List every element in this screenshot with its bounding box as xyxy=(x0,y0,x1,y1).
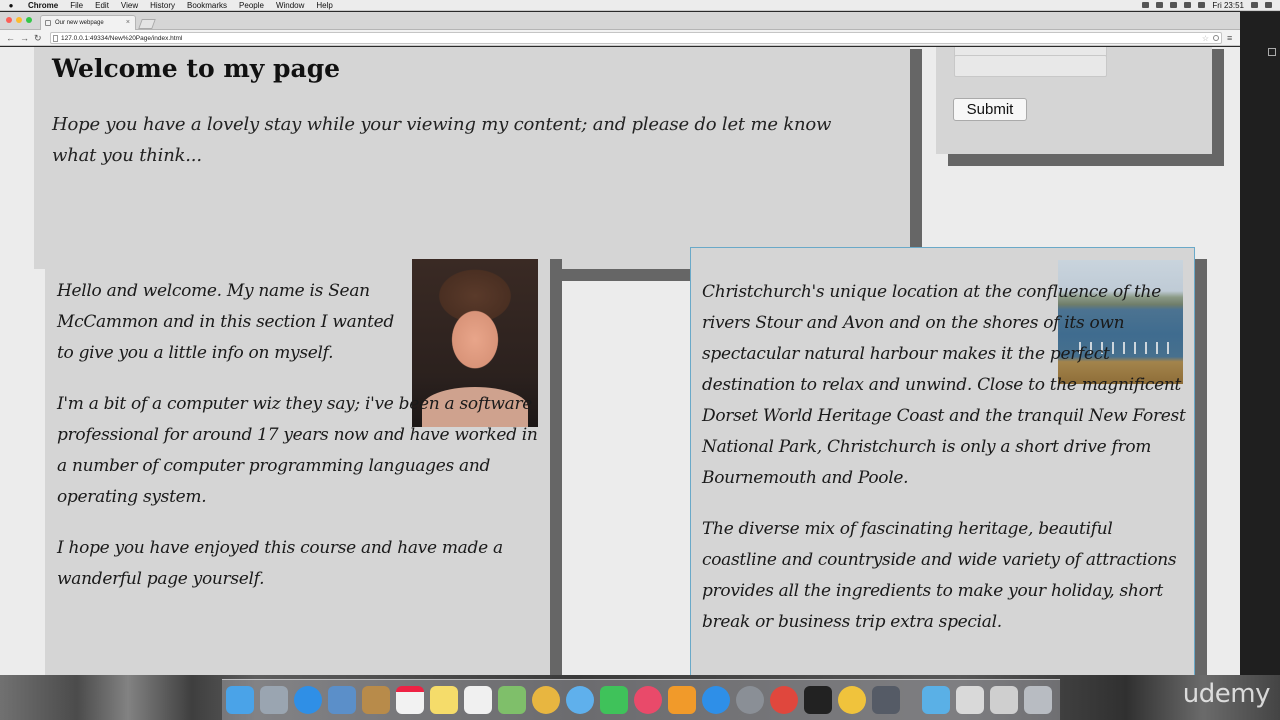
window-controls xyxy=(6,17,32,23)
page-title: Welcome to my page xyxy=(52,54,341,83)
page-icon xyxy=(53,35,58,42)
menu-help[interactable]: Help xyxy=(310,0,338,11)
contact-form: Submit xyxy=(936,47,1212,154)
ibooks-icon[interactable] xyxy=(668,686,696,714)
menu-window[interactable]: Window xyxy=(270,0,310,11)
launchpad-icon[interactable] xyxy=(260,686,288,714)
finder-icon[interactable] xyxy=(226,686,254,714)
notification-center-icon[interactable] xyxy=(1265,2,1272,8)
back-icon[interactable]: ← xyxy=(6,32,15,44)
chrome-canary-icon[interactable] xyxy=(838,686,866,714)
menu-view[interactable]: View xyxy=(115,0,144,11)
address-bar[interactable]: 127.0.0.1:49334/New%20Page/index.html ☆ xyxy=(50,32,1222,44)
tab-close-icon[interactable]: × xyxy=(126,16,130,30)
menu-app-name[interactable]: Chrome xyxy=(22,0,64,11)
about-paragraph-3: I hope you have enjoyed this course and … xyxy=(57,538,503,589)
contacts-icon[interactable] xyxy=(362,686,390,714)
downloads-folder-icon[interactable] xyxy=(922,686,950,714)
page-viewport[interactable]: Welcome to my page Hope you have a lovel… xyxy=(0,47,1240,675)
submit-button[interactable]: Submit xyxy=(953,98,1027,121)
calendar-icon[interactable] xyxy=(396,686,424,714)
maps-icon[interactable] xyxy=(498,686,526,714)
forward-icon[interactable]: → xyxy=(20,32,29,44)
minimize-window-icon[interactable] xyxy=(16,17,22,23)
udemy-watermark: udemy xyxy=(1182,679,1271,709)
status-icon[interactable] xyxy=(1170,2,1178,8)
browser-tab-bar: Our new webpage × xyxy=(0,12,1240,30)
menu-history[interactable]: History xyxy=(144,0,181,11)
chrome-icon[interactable] xyxy=(770,686,798,714)
facetime-icon[interactable] xyxy=(600,686,628,714)
reminders-icon[interactable] xyxy=(464,686,492,714)
about-text: Hello and welcome. My name is Sean McCam… xyxy=(57,276,542,595)
menu-file[interactable]: File xyxy=(64,0,89,11)
bookmark-star-icon[interactable]: ☆ xyxy=(1202,33,1209,44)
zoom-window-icon[interactable] xyxy=(26,17,32,23)
screen-recorder-icon[interactable] xyxy=(872,686,900,714)
form-input-2[interactable] xyxy=(954,55,1107,77)
intro-text: Hope you have a lovely stay while your v… xyxy=(52,114,832,166)
extension-icon[interactable] xyxy=(1213,35,1219,41)
reload-icon[interactable]: ↻ xyxy=(34,32,42,44)
christchurch-paragraph-1: Christchurch's unique location at the co… xyxy=(702,282,1186,488)
documents-icon[interactable] xyxy=(956,686,984,714)
about-paragraph-2: I'm a bit of a computer wiz they say; i'… xyxy=(57,394,538,507)
system-preferences-icon[interactable] xyxy=(736,686,764,714)
header-section: Welcome to my page Hope you have a lovel… xyxy=(34,47,910,269)
browser-toolbar: ← → ↻ 127.0.0.1:49334/New%20Page/index.h… xyxy=(0,30,1240,46)
trash-icon[interactable] xyxy=(1024,686,1052,714)
menu-bookmarks[interactable]: Bookmarks xyxy=(181,0,233,11)
tab-title: Our new webpage xyxy=(55,20,104,26)
photos-icon[interactable] xyxy=(532,686,560,714)
status-icon[interactable] xyxy=(1142,2,1150,8)
preview-icon[interactable] xyxy=(328,686,356,714)
browser-tab[interactable]: Our new webpage × xyxy=(40,15,136,30)
about-section: Hello and welcome. My name is Sean McCam… xyxy=(45,247,550,675)
apple-menu-icon[interactable]: ● xyxy=(0,0,22,11)
menu-clock[interactable]: Fri 23:51 xyxy=(1212,0,1244,11)
side-panel-icon[interactable] xyxy=(1268,48,1276,56)
safari-icon[interactable] xyxy=(294,686,322,714)
menu-edit[interactable]: Edit xyxy=(89,0,115,11)
app-store-icon[interactable] xyxy=(702,686,730,714)
christchurch-text: Christchurch's unique location at the co… xyxy=(702,277,1187,638)
spotlight-icon[interactable] xyxy=(1251,2,1258,8)
wifi-icon[interactable] xyxy=(1184,2,1192,8)
mac-menu-bar: ● Chrome File Edit View History Bookmark… xyxy=(0,0,1280,11)
menu-people[interactable]: People xyxy=(233,0,270,11)
url-text: 127.0.0.1:49334/New%20Page/index.html xyxy=(61,35,183,42)
screen-right-edge xyxy=(1240,12,1280,675)
about-paragraph-1: Hello and welcome. My name is Sean McCam… xyxy=(57,281,394,363)
notes-icon[interactable] xyxy=(430,686,458,714)
volume-icon[interactable] xyxy=(1198,2,1206,8)
itunes-icon[interactable] xyxy=(634,686,662,714)
desktop-background: udemy xyxy=(0,675,1280,720)
christchurch-section: Christchurch's unique location at the co… xyxy=(690,247,1195,675)
chrome-menu-icon[interactable]: ≡ xyxy=(1227,33,1232,43)
christchurch-paragraph-2: The diverse mix of fascinating heritage,… xyxy=(702,519,1177,632)
new-tab-button[interactable] xyxy=(138,19,156,29)
mac-dock xyxy=(222,679,1060,720)
status-icon[interactable] xyxy=(1156,2,1164,8)
terminal-icon[interactable] xyxy=(804,686,832,714)
close-window-icon[interactable] xyxy=(6,17,12,23)
status-area: Fri 23:51 xyxy=(1142,0,1280,11)
preview-file-icon[interactable] xyxy=(990,686,1018,714)
page-favicon-icon xyxy=(45,20,51,26)
messages-icon[interactable] xyxy=(566,686,594,714)
